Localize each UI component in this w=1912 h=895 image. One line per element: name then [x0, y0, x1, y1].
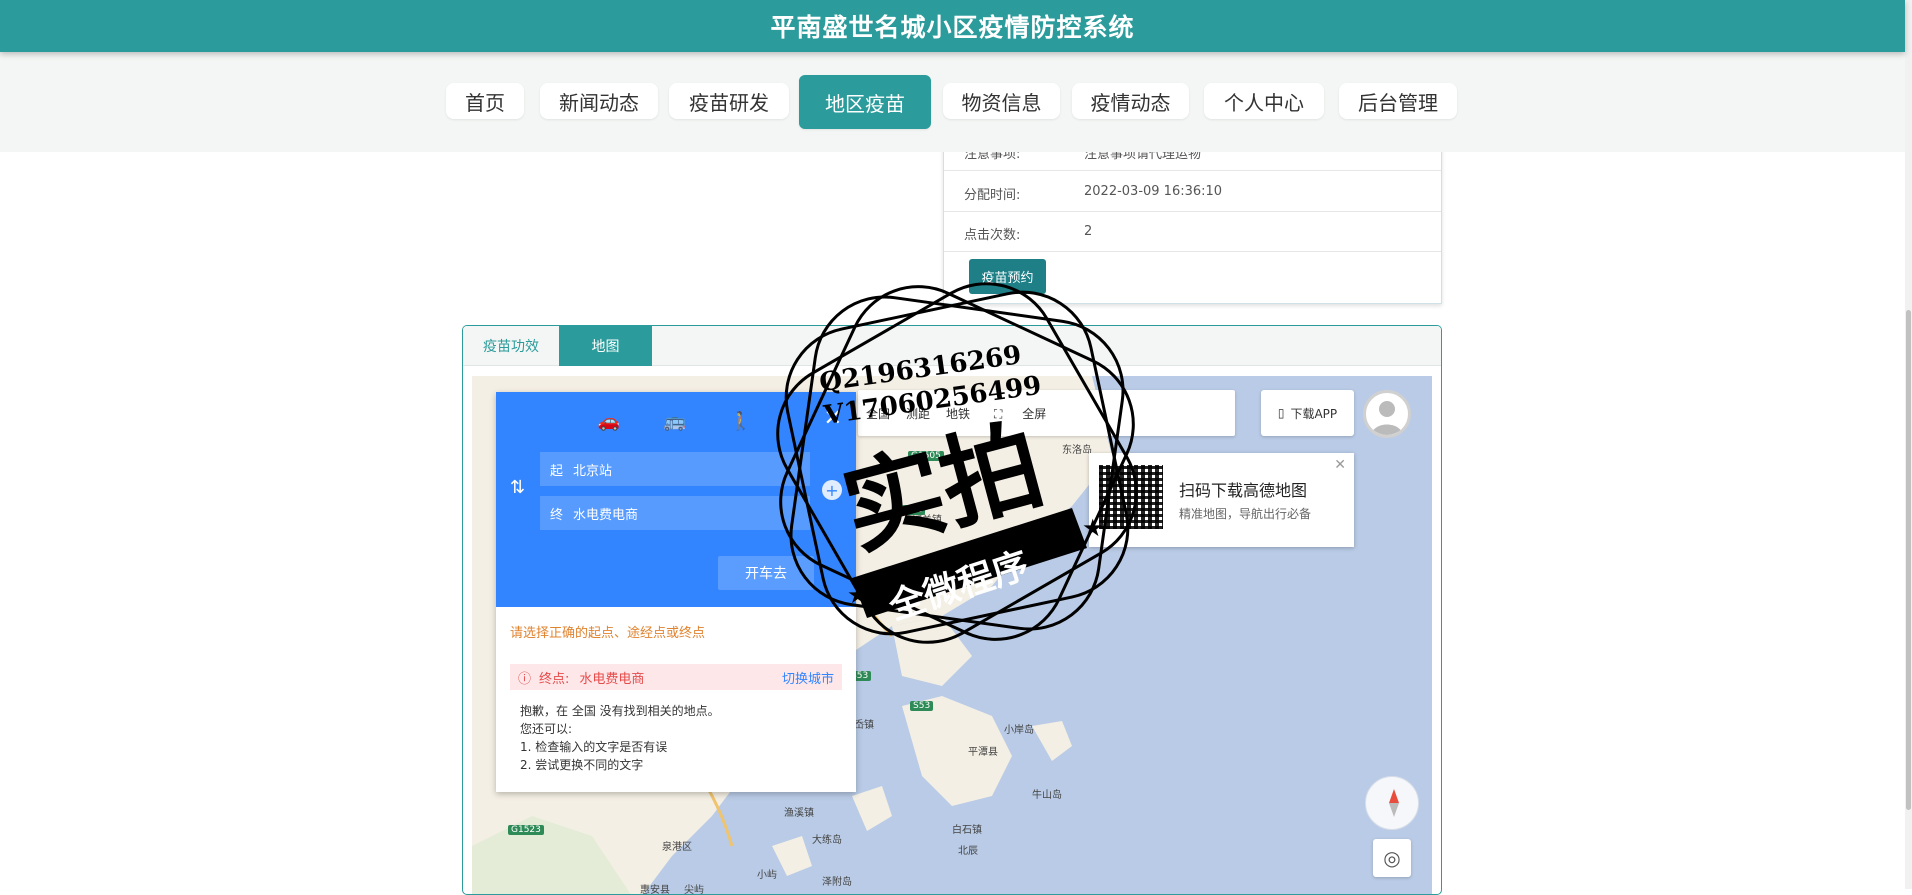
main-nav: 首页 新闻动态 疫苗研发 地区疫苗 物资信息 疫情动态 个人中心 后台管理 — [0, 75, 1905, 129]
nav-admin[interactable]: 后台管理 — [1339, 83, 1457, 119]
map-label: 小屿 — [757, 870, 777, 881]
compass-south-icon — [1389, 803, 1399, 817]
compass-icon[interactable] — [1365, 776, 1419, 830]
map-label: 白石镇 — [952, 825, 982, 836]
nav-epidemic[interactable]: 疫情动态 — [1072, 83, 1189, 119]
nav-regional-vaccine[interactable]: 地区疫苗 — [799, 75, 931, 129]
not-found-message: 抱歉，在 全国 没有找到相关的地点。 您还可以: 1. 检查输入的文字是否有误 … — [520, 702, 720, 774]
qr-code-image — [1099, 465, 1163, 529]
vaccine-detail-card: 注意事项: 注意事项请代理运物 分配时间: 2022-03-09 16:36:1… — [943, 140, 1442, 304]
app-header: 平南盛世名城小区疫情防控系统 — [0, 0, 1905, 52]
nav-home[interactable]: 首页 — [446, 83, 524, 119]
map-label: 牛山岛 — [1032, 790, 1062, 801]
highway-badge: G1505 — [908, 451, 944, 461]
walk-icon[interactable]: 🚶 — [730, 410, 752, 432]
nf-line: 2. 尝试更换不同的文字 — [520, 758, 644, 772]
start-tag: 起 — [550, 463, 564, 479]
error-label: 终点: — [539, 671, 570, 687]
highway-badge: S53 — [910, 701, 934, 711]
error-value: 水电费电商 — [579, 671, 645, 687]
page-scrollbar[interactable] — [1905, 0, 1912, 889]
fullscreen-tool[interactable]: ⛶ 全屏 — [978, 405, 1062, 422]
route-form: 🚗 🚌 🚶 ✕ ⇅ 起 北京站 终 水电费电商 + 开车去 — [496, 392, 856, 607]
map-toolbar: 全国 测距 地铁 ⛶ 全屏 — [858, 390, 1235, 436]
user-avatar[interactable] — [1363, 390, 1411, 438]
compass-north-icon — [1389, 789, 1399, 803]
end-tag: 终 — [550, 507, 564, 523]
qr-title: 扫码下载高德地图 — [1179, 481, 1308, 500]
map-label: 尖屿 — [684, 885, 704, 895]
route-error: ⓘ 终点: 水电费电商 切换城市 — [510, 664, 842, 690]
end-value: 水电费电商 — [573, 507, 639, 523]
vaccine-tab-panel: 疫苗功效 地图 大岙镇 小岸岛 平潭县 牛山岛 白石镇 北辰 大练岛 泽附岛 渔… — [462, 325, 1442, 895]
nf-line: 1. 检查输入的文字是否有误 — [520, 740, 668, 754]
map-label: 泉港区 — [662, 842, 692, 853]
highway-badge: S61 — [902, 505, 926, 515]
tab-bar: 疫苗功效 地图 — [463, 326, 1441, 366]
highway-badge: G1523 — [508, 825, 544, 835]
route-hint: 请选择正确的起点、途经点或终点 — [510, 626, 706, 641]
map-label: 东洛岛 — [1062, 445, 1092, 456]
qr-subtitle: 精准地图，导航出行必备 — [1179, 507, 1312, 521]
detail-key: 分配时间: — [964, 188, 1021, 203]
measure-tool[interactable]: 测距 — [898, 405, 938, 422]
detail-value: 2022-03-09 16:36:10 — [1084, 184, 1223, 199]
end-field[interactable]: 终 水电费电商 — [540, 496, 810, 530]
map-label: 小岸岛 — [1004, 725, 1034, 736]
start-value: 北京站 — [573, 463, 613, 479]
qr-download-card: 扫码下载高德地图 精准地图，导航出行必备 ✕ — [1089, 453, 1354, 547]
route-planner-panel: 🚗 🚌 🚶 ✕ ⇅ 起 北京站 终 水电费电商 + 开车去 请选择正确的起点、途… — [496, 392, 856, 792]
nf-line: 抱歉，在 全国 没有找到相关的地点。 — [520, 704, 720, 718]
detail-value: 2 — [1084, 224, 1093, 239]
drive-go-button[interactable]: 开车去 — [718, 556, 814, 590]
tab-map[interactable]: 地图 — [559, 326, 652, 366]
close-icon[interactable]: ✕ — [824, 406, 842, 431]
detail-row-clicks: 点击次数: 2 — [944, 212, 1441, 252]
map-view[interactable]: 大岙镇 小岸岛 平潭县 牛山岛 白石镇 北辰 大练岛 泽附岛 渔溪镇 泉港区 惠… — [472, 376, 1432, 895]
fullscreen-icon: ⛶ — [994, 406, 1003, 421]
car-icon[interactable]: 🚗 — [598, 410, 620, 432]
vaccine-booking-button[interactable]: 疫苗预约 — [969, 259, 1046, 294]
app-title: 平南盛世名城小区疫情防控系统 — [770, 13, 1135, 42]
nav-news[interactable]: 新闻动态 — [540, 83, 658, 119]
add-waypoint-icon[interactable]: + — [822, 480, 842, 500]
nf-line: 您还可以: — [520, 722, 573, 736]
download-app-label: 下载APP — [1290, 406, 1338, 421]
close-icon[interactable]: ✕ — [1334, 457, 1346, 473]
map-label: 大练岛 — [812, 835, 842, 846]
download-app-button[interactable]: ▯ 下载APP — [1261, 390, 1354, 436]
subway-tool[interactable]: 地铁 — [938, 405, 978, 422]
map-label: 北辰 — [958, 846, 978, 857]
map-label: 泽附岛 — [822, 877, 852, 888]
nav-supplies[interactable]: 物资信息 — [943, 83, 1060, 119]
scrollbar-thumb[interactable] — [1906, 310, 1911, 810]
tab-vaccine-efficacy[interactable]: 疫苗功效 — [463, 326, 559, 366]
swap-icon[interactable]: ⇅ — [510, 477, 525, 498]
map-label: 惠安县 — [640, 885, 670, 895]
error-icon: ⓘ — [518, 671, 532, 687]
map-label: 平潭县 — [968, 747, 998, 758]
scope-select[interactable]: 全国 — [858, 405, 898, 422]
nav-vaccine-research[interactable]: 疫苗研发 — [669, 83, 789, 119]
fullscreen-label: 全屏 — [1022, 406, 1047, 421]
start-field[interactable]: 起 北京站 — [540, 452, 810, 486]
map-label: 渔溪镇 — [784, 808, 814, 819]
phone-icon: ▯ — [1277, 406, 1285, 420]
detail-row-assign-time: 分配时间: 2022-03-09 16:36:10 — [944, 172, 1441, 212]
switch-city-link[interactable]: 切换城市 — [782, 668, 834, 687]
bus-icon[interactable]: 🚌 — [664, 410, 686, 432]
locate-icon[interactable]: ◎ — [1373, 839, 1411, 877]
nav-personal-center[interactable]: 个人中心 — [1204, 83, 1324, 119]
detail-key: 点击次数: — [964, 228, 1021, 243]
